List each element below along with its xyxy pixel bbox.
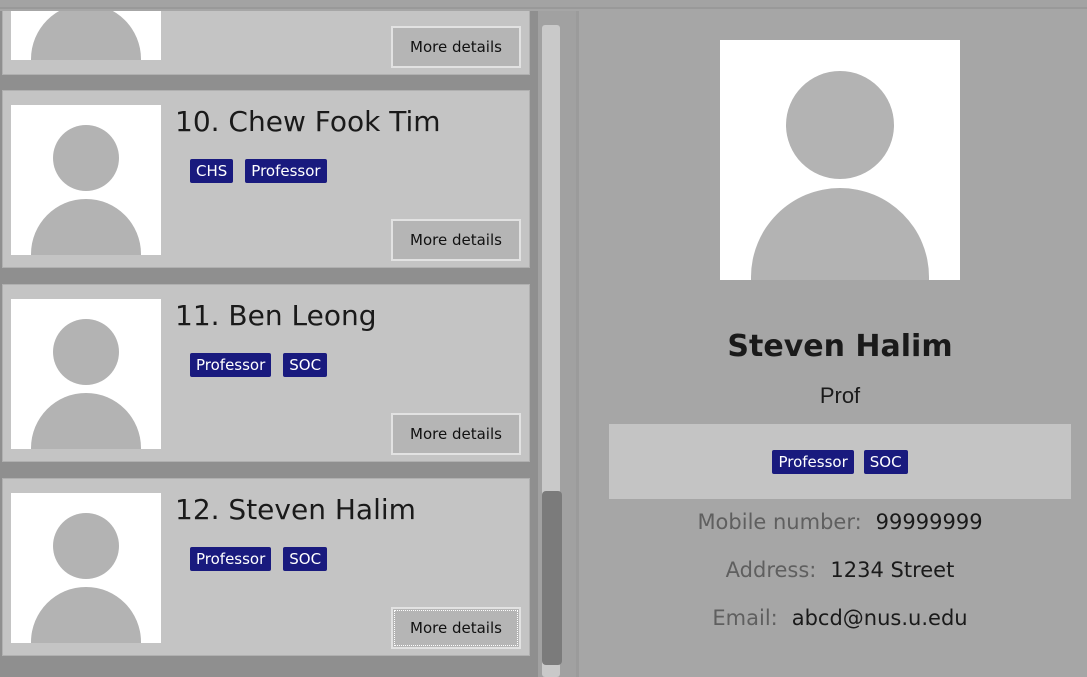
contact-list: More details 10. Chew Fook Tim CHS Profe… <box>0 11 538 677</box>
more-details-button[interactable]: More details <box>391 26 521 68</box>
tag-badge: SOC <box>863 449 908 474</box>
address-value: 1234 Street <box>830 558 955 582</box>
email-value: abcd@nus.u.edu <box>791 606 968 630</box>
detail-tag-list: Professor SOC <box>609 424 1071 499</box>
avatar <box>11 299 161 449</box>
tag-list: Professor SOC <box>190 353 328 377</box>
avatar <box>11 105 161 255</box>
list-item: 11. Ben Leong Professor SOC More details <box>2 284 530 462</box>
tag-badge: Professor <box>772 449 854 474</box>
avatar <box>11 493 161 643</box>
more-details-button[interactable]: More details <box>391 607 521 649</box>
address-row: Address: 1234 Street <box>579 558 1087 582</box>
contact-name: 11. Ben Leong <box>175 299 377 332</box>
avatar <box>11 11 161 60</box>
tag-list: Professor SOC <box>190 547 328 571</box>
top-strip <box>0 0 1087 9</box>
tag-badge: CHS <box>190 159 234 183</box>
list-item: More details <box>2 11 530 75</box>
mobile-row: Mobile number: 99999999 <box>579 510 1087 534</box>
tag-badge: SOC <box>283 547 328 571</box>
detail-avatar <box>720 40 960 280</box>
email-label: Email: <box>712 606 778 630</box>
mobile-label: Mobile number: <box>697 510 862 534</box>
address-label: Address: <box>725 558 817 582</box>
scrollbar-thumb[interactable] <box>542 491 562 665</box>
contact-detail-pane: Steven Halim Prof Professor SOC Mobile n… <box>579 11 1087 677</box>
tag-list: CHS Professor <box>190 159 327 183</box>
tag-badge: SOC <box>283 353 328 377</box>
tag-badge: Professor <box>190 547 272 571</box>
contact-name: 10. Chew Fook Tim <box>175 105 441 138</box>
contact-list-pane[interactable]: More details 10. Chew Fook Tim CHS Profe… <box>0 11 576 677</box>
list-item: 12. Steven Halim Professor SOC More deta… <box>2 478 530 656</box>
list-item: 10. Chew Fook Tim CHS Professor More det… <box>2 90 530 268</box>
more-details-button[interactable]: More details <box>391 219 521 261</box>
detail-name: Steven Halim <box>727 329 953 364</box>
detail-title: Prof <box>819 383 861 408</box>
more-details-button[interactable]: More details <box>391 413 521 455</box>
tag-badge: Professor <box>190 353 272 377</box>
mobile-value: 99999999 <box>875 510 983 534</box>
contact-name: 12. Steven Halim <box>175 493 416 526</box>
tag-badge: Professor <box>245 159 327 183</box>
email-row: Email: abcd@nus.u.edu <box>579 606 1087 630</box>
